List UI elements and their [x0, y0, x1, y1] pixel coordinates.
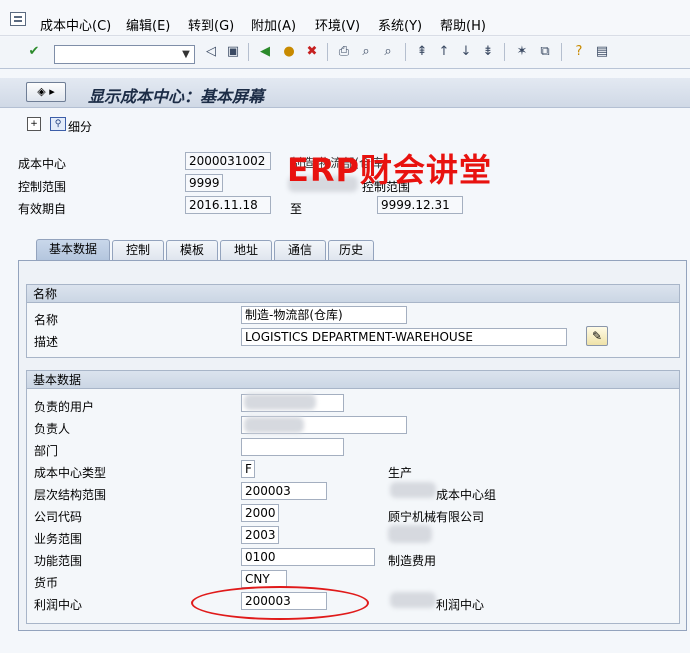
tab-history[interactable]: 历史	[328, 240, 374, 260]
menu-extras[interactable]: 附加(A)	[251, 15, 296, 34]
tab-template[interactable]: 模板	[166, 240, 218, 260]
redacted-area	[244, 394, 316, 410]
functional-area-field[interactable]: 0100	[241, 548, 375, 566]
menu-environment[interactable]: 环境(V)	[315, 15, 360, 34]
name-field[interactable]: 制造-物流部(仓库)	[241, 306, 407, 324]
valid-from-field[interactable]: 2016.11.18	[185, 196, 271, 214]
tab-control[interactable]: 控制	[112, 240, 164, 260]
cost-center-field[interactable]: 2000031002	[185, 152, 271, 170]
previous-page-icon[interactable]: ↑	[436, 44, 452, 60]
hierarchy-area-label: 层次结构范围	[34, 488, 107, 502]
responsible-user-label: 负责的用户	[34, 400, 95, 414]
company-code-field[interactable]: 2000	[241, 504, 279, 522]
toolbar-divider	[504, 43, 505, 61]
business-area-field[interactable]: 2003	[241, 526, 279, 544]
functional-area-label: 功能范围	[34, 554, 83, 568]
toolbar-divider	[248, 43, 249, 61]
layout-menu-icon[interactable]: ▤	[594, 44, 610, 60]
page-title: 显示成本中心：基本屏幕	[88, 87, 265, 106]
enter-check-icon[interactable]: ✔	[26, 44, 42, 60]
toolbar-divider	[405, 43, 406, 61]
controlling-area-label: 控制范围	[18, 180, 67, 194]
cost-center-category-description: 生产	[388, 466, 413, 480]
detail-icon[interactable]: ⚲	[50, 117, 66, 131]
command-dropdown-icon[interactable]: ▼	[178, 46, 194, 63]
shortcut-icon[interactable]: ⧉	[537, 44, 553, 60]
name-label: 名称	[34, 313, 59, 327]
cost-center-category-field[interactable]: F	[241, 460, 255, 478]
exit-icon[interactable]: ●	[281, 44, 297, 60]
next-page-icon[interactable]: ↓	[458, 44, 474, 60]
profit-center-label: 利润中心	[34, 598, 83, 612]
controlling-area-field[interactable]: 9999	[185, 174, 223, 192]
basic-data-group	[26, 370, 680, 624]
basic-data-group-title: 基本数据	[27, 371, 679, 389]
redacted-area	[390, 592, 436, 608]
description-label: 描述	[34, 335, 59, 349]
hierarchy-area-field[interactable]: 200003	[241, 482, 327, 500]
menu-system[interactable]: 系统(Y)	[378, 15, 422, 34]
department-field[interactable]	[241, 438, 344, 456]
window-menu-icon[interactable]	[10, 12, 26, 26]
find-icon[interactable]: ⌕	[358, 44, 374, 60]
person-responsible-label: 负责人	[34, 422, 71, 436]
save-icon[interactable]: ▣	[225, 44, 241, 60]
toolbar-divider	[327, 43, 328, 61]
company-code-description: 顾宁机械有限公司	[388, 510, 485, 524]
functional-area-description: 制造费用	[388, 554, 437, 568]
cost-center-label: 成本中心	[18, 157, 67, 171]
first-page-icon[interactable]: ⇞	[414, 44, 430, 60]
redacted-area	[390, 482, 436, 498]
department-label: 部门	[34, 444, 59, 458]
edit-text-icon[interactable]: ✎	[586, 326, 608, 346]
last-page-icon[interactable]: ⇟	[480, 44, 496, 60]
menu-goto[interactable]: 转到(G)	[188, 15, 234, 34]
tab-basic-data[interactable]: 基本数据	[36, 239, 110, 260]
back-arrow-icon[interactable]: ◁	[203, 44, 219, 60]
tab-communication[interactable]: 通信	[274, 240, 326, 260]
print-icon[interactable]: ⎙	[336, 44, 352, 60]
description-field[interactable]: LOGISTICS DEPARTMENT-WAREHOUSE	[241, 328, 567, 346]
detail-button-label[interactable]: 细分	[68, 118, 92, 135]
other-cost-center-icon[interactable]: +	[27, 117, 41, 131]
company-code-label: 公司代码	[34, 510, 83, 524]
names-group-title: 名称	[27, 285, 679, 303]
toolbar-divider	[561, 43, 562, 61]
cancel-icon[interactable]: ✖	[304, 44, 320, 60]
watermark-text: ERP财会讲堂	[287, 151, 492, 189]
valid-to-label: 至	[290, 202, 303, 216]
command-field[interactable]	[54, 45, 195, 64]
redacted-area	[388, 525, 432, 543]
menu-help[interactable]: 帮助(H)	[440, 15, 486, 34]
redacted-area	[244, 417, 304, 433]
menu-edit[interactable]: 编辑(E)	[126, 15, 170, 34]
find-next-icon[interactable]: ⌕	[380, 44, 396, 60]
hierarchy-area-description: 成本中心组	[436, 488, 497, 502]
menu-button[interactable]: ◈ ▸	[26, 82, 66, 102]
new-session-icon[interactable]: ✶	[514, 44, 530, 60]
cost-center-category-label: 成本中心类型	[34, 466, 107, 480]
currency-label: 货币	[34, 576, 59, 590]
tab-address[interactable]: 地址	[220, 240, 272, 260]
highlight-circle	[191, 586, 369, 620]
valid-to-field[interactable]: 9999.12.31	[377, 196, 463, 214]
help-icon[interactable]: ?	[571, 44, 587, 60]
valid-from-label: 有效期自	[18, 202, 67, 216]
back-icon[interactable]: ◀	[257, 44, 273, 60]
profit-center-description: 利润中心	[436, 598, 485, 612]
menu-cost-center[interactable]: 成本中心(C)	[40, 15, 111, 34]
business-area-label: 业务范围	[34, 532, 83, 546]
